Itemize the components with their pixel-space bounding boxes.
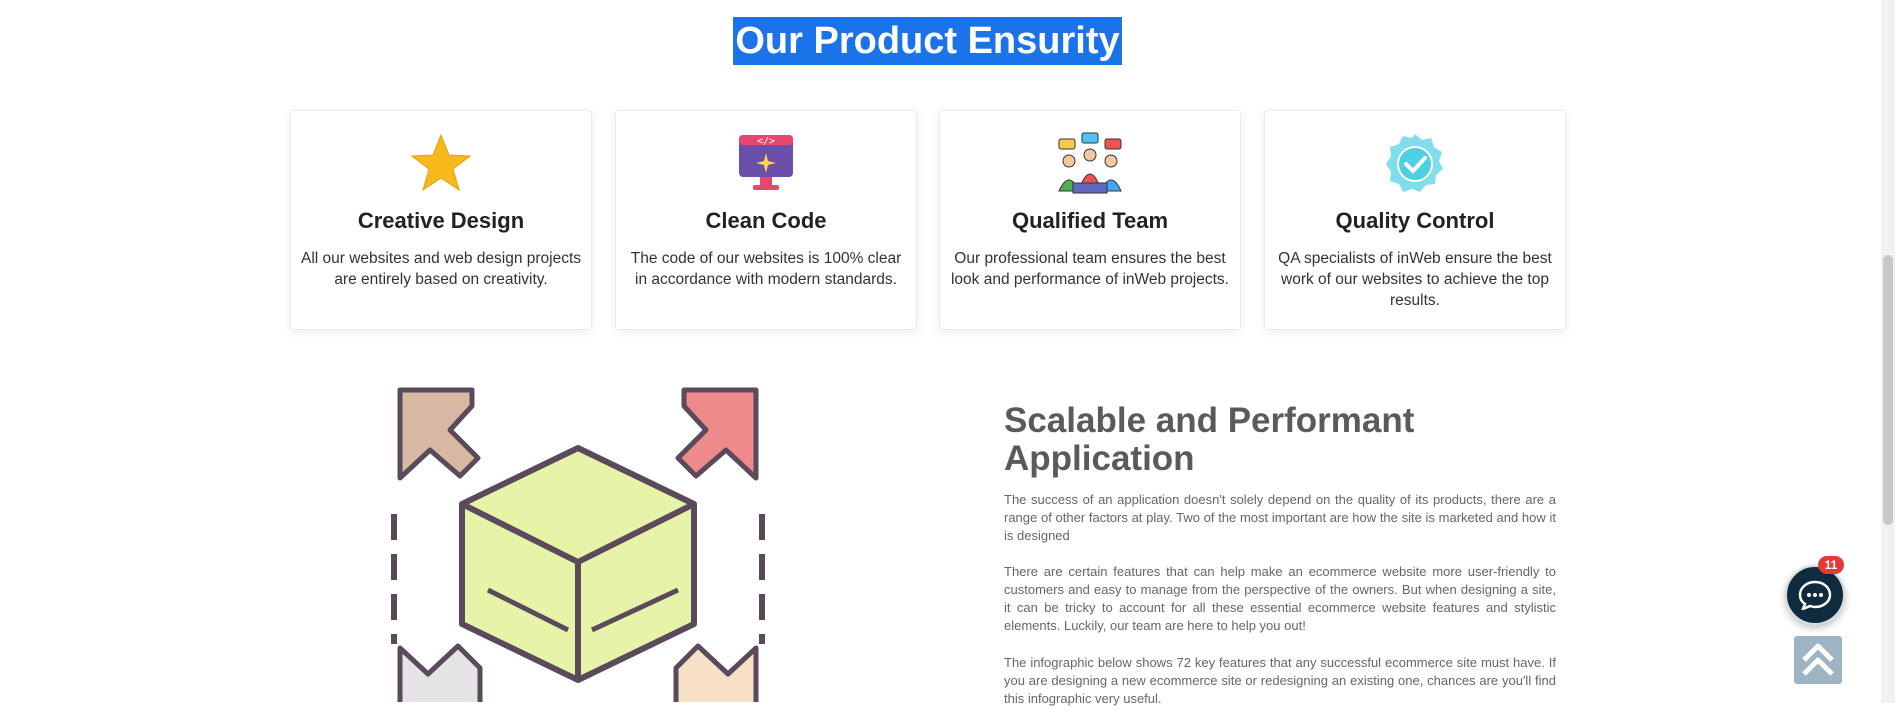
star-icon: [291, 131, 591, 197]
feature-card-clean-code: </> Clean Code The code of our websites …: [615, 110, 917, 330]
chat-button[interactable]: [1785, 565, 1845, 625]
card-title: Quality Control: [1335, 208, 1495, 233]
card-title: Creative Design: [357, 208, 525, 233]
feature-card-creative-design: Creative Design All our websites and web…: [290, 110, 592, 330]
card-title: Qualified Team: [1011, 208, 1169, 233]
chat-bubble-icon: [1798, 580, 1832, 610]
scalable-paragraph-3: The infographic below shows 72 key featu…: [1004, 655, 1556, 706]
features-row: Creative Design All our websites and web…: [290, 110, 1568, 330]
scalable-cube-illustration: [388, 386, 768, 706]
section-header: Our Product Ensurity: [0, 17, 1855, 65]
card-text: All our websites and web design projects…: [301, 250, 582, 288]
verified-badge-icon: [1265, 131, 1565, 197]
svg-text:</>: </>: [757, 136, 775, 147]
code-monitor-icon: </>: [616, 131, 916, 197]
scrollbar-thumb[interactable]: [1883, 255, 1893, 525]
scroll-to-top-button[interactable]: [1794, 636, 1842, 684]
feature-card-quality-control: Quality Control QA specialists of inWeb …: [1264, 110, 1566, 330]
scalable-section-title: Scalable and Performant Application: [1004, 401, 1415, 478]
team-icon: [940, 131, 1240, 197]
chat-unread-badge: 11: [1818, 556, 1844, 574]
section-title: Our Product Ensurity: [733, 17, 1122, 65]
page-scrollbar[interactable]: [1881, 0, 1895, 703]
double-chevron-up-icon: [1802, 643, 1834, 676]
scalable-paragraph-2: There are certain features that can help…: [1004, 564, 1556, 633]
card-text: QA specialists of inWeb ensure the best …: [1278, 250, 1552, 309]
card-text: The code of our websites is 100% clear i…: [630, 250, 902, 288]
feature-card-qualified-team: Qualified Team Our professional team ens…: [939, 110, 1241, 330]
scalable-paragraph-1: The success of an application doesn't so…: [1004, 492, 1556, 543]
card-title: Clean Code: [705, 208, 827, 233]
card-text: Our professional team ensures the best l…: [950, 250, 1229, 288]
